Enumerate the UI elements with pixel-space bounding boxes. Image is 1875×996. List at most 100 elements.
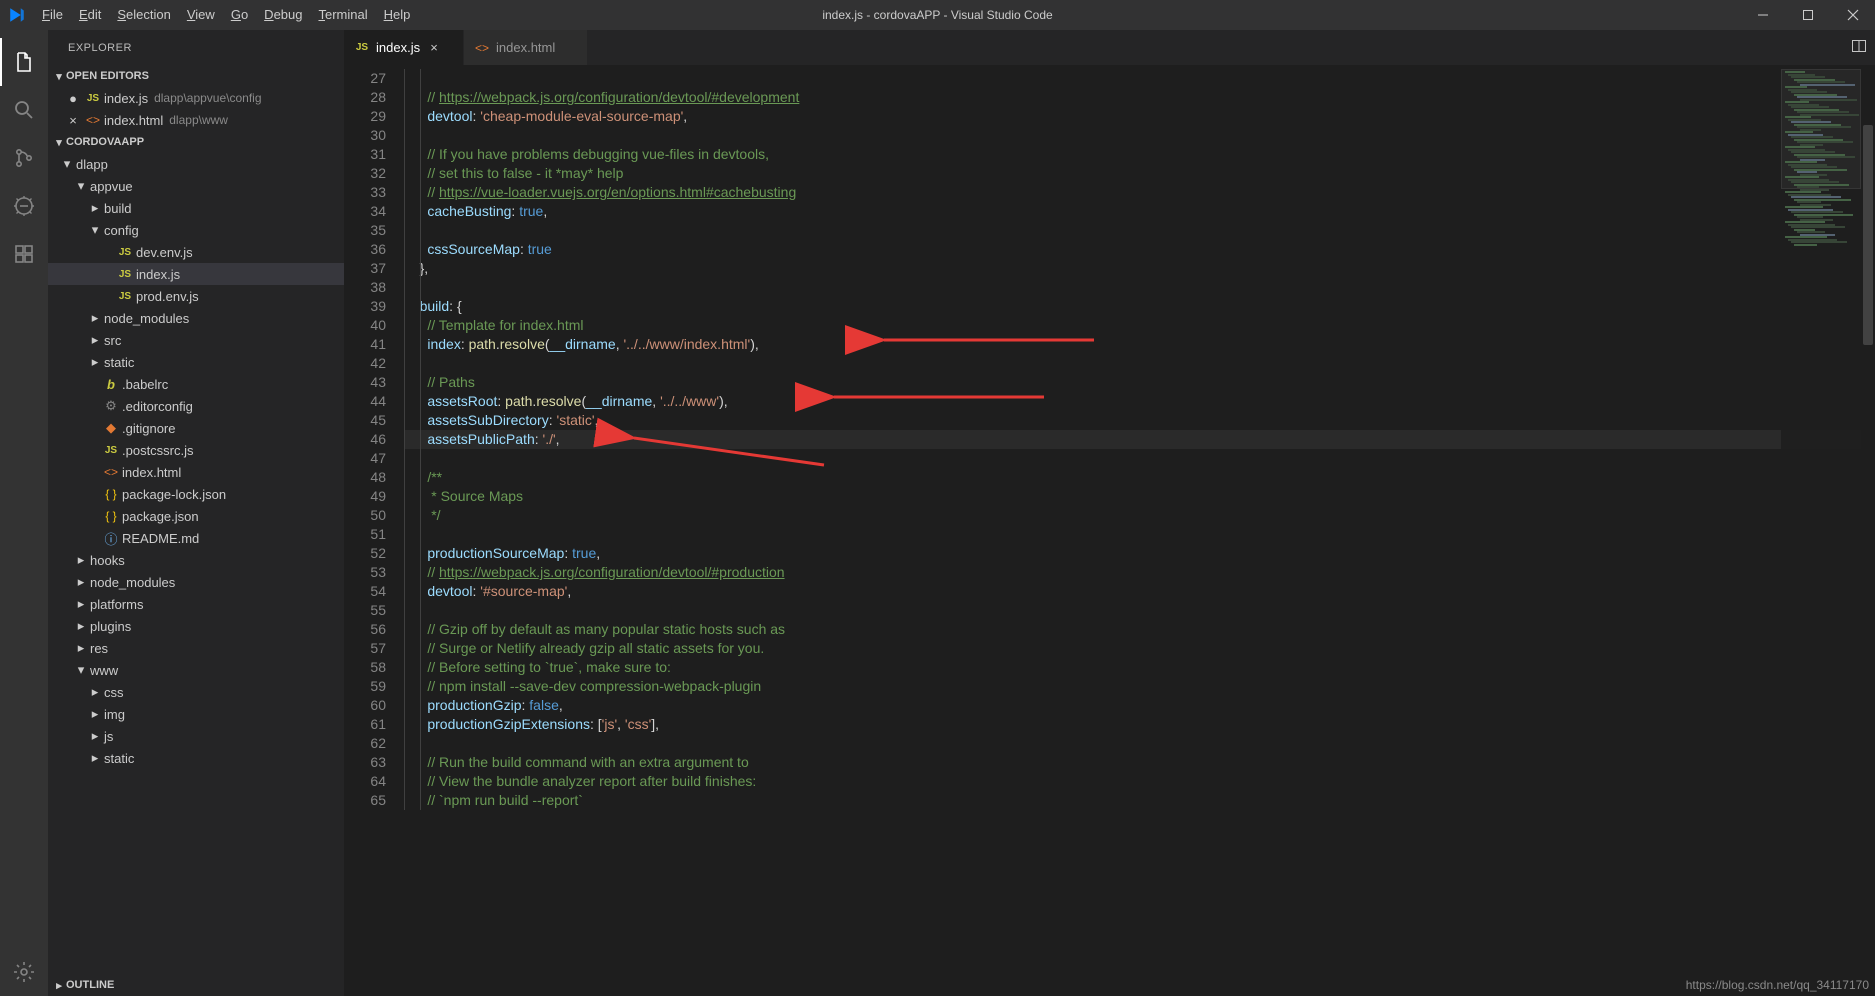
dirty-dot-icon: ●	[69, 91, 81, 106]
title-bar: FileEditSelectionViewGoDebugTerminalHelp…	[0, 0, 1875, 30]
outline-header[interactable]: ▸ OUTLINE	[48, 974, 344, 996]
search-activity[interactable]	[0, 86, 48, 134]
file-item[interactable]: JSprod.env.js	[48, 285, 344, 307]
folder-item[interactable]: ▸css	[48, 681, 344, 703]
file-item[interactable]: JSdev.env.js	[48, 241, 344, 263]
file-item[interactable]: JSindex.js	[48, 263, 344, 285]
file-item[interactable]: JS.postcssrc.js	[48, 439, 344, 461]
chevron-right-icon: ▸	[88, 728, 102, 744]
menu-go[interactable]: Go	[223, 0, 256, 30]
file-item[interactable]: b.babelrc	[48, 373, 344, 395]
git-file-icon: ◆	[102, 420, 120, 436]
menu-terminal[interactable]: Terminal	[310, 0, 375, 30]
scm-activity[interactable]	[0, 134, 48, 182]
folder-item[interactable]: ▸platforms	[48, 593, 344, 615]
folder-item[interactable]: ▸node_modules	[48, 307, 344, 329]
chevron-right-icon: ▸	[74, 618, 88, 634]
watermark-text: https://blog.csdn.net/qq_34117170	[1686, 978, 1869, 992]
gear-icon: ⚙	[102, 398, 120, 414]
js-file-icon: JS	[116, 247, 134, 258]
code-content[interactable]: // https://webpack.js.org/configuration/…	[404, 65, 1875, 996]
menu-view[interactable]: View	[179, 0, 223, 30]
minimize-button[interactable]	[1740, 0, 1785, 30]
folder-item[interactable]: ▸js	[48, 725, 344, 747]
settings-activity[interactable]	[0, 948, 48, 996]
chevron-right-icon: ▸	[88, 310, 102, 326]
chevron-right-icon: ▸	[88, 684, 102, 700]
minimap[interactable]	[1781, 65, 1861, 996]
js-file-icon: JS	[116, 269, 134, 280]
editor-tab[interactable]: JS index.js ×	[344, 30, 464, 65]
folder-item[interactable]: ▾config	[48, 219, 344, 241]
json-file-icon: { }	[102, 509, 120, 523]
html-file-icon: <>	[102, 465, 120, 479]
chevron-down-icon: ▾	[60, 156, 74, 172]
open-editor-item[interactable]: ×<>index.htmldlapp\www	[48, 109, 344, 131]
menu-edit[interactable]: Edit	[71, 0, 109, 30]
sidebar-title: EXPLORER	[48, 30, 344, 65]
menu-bar: FileEditSelectionViewGoDebugTerminalHelp	[34, 0, 418, 30]
chevron-right-icon: ▸	[74, 552, 88, 568]
chevron-down-icon: ▾	[74, 178, 88, 194]
chevron-down-icon: ▾	[88, 222, 102, 238]
close-icon[interactable]: ×	[69, 113, 81, 128]
folder-item[interactable]: ▸src	[48, 329, 344, 351]
project-header[interactable]: ▾ CORDOVAAPP	[48, 131, 344, 153]
folder-item[interactable]: ▸static	[48, 747, 344, 769]
explorer-activity[interactable]	[0, 38, 48, 86]
folder-item[interactable]: ▸hooks	[48, 549, 344, 571]
folder-item[interactable]: ▸img	[48, 703, 344, 725]
menu-file[interactable]: File	[34, 0, 71, 30]
editor-tab[interactable]: <> index.html	[464, 30, 588, 65]
folder-item[interactable]: ▸res	[48, 637, 344, 659]
code-area[interactable]: 2728293031323334353637383940414243444546…	[344, 65, 1875, 996]
tab-label: index.html	[496, 40, 555, 55]
maximize-button[interactable]	[1785, 0, 1830, 30]
debug-activity[interactable]	[0, 182, 48, 230]
app-logo	[0, 6, 34, 24]
close-icon[interactable]: ×	[426, 40, 442, 55]
html-file-icon: <>	[84, 113, 102, 127]
editor-tabs: JS index.js × <> index.html	[344, 30, 1875, 65]
extensions-activity[interactable]	[0, 230, 48, 278]
folder-item[interactable]: ▾dlapp	[48, 153, 344, 175]
open-editors-header[interactable]: ▾ OPEN EDITORS	[48, 65, 344, 87]
json-file-icon: { }	[102, 487, 120, 501]
menu-help[interactable]: Help	[376, 0, 419, 30]
window-controls	[1740, 0, 1875, 30]
split-editor-icon[interactable]	[1851, 38, 1867, 57]
folder-item[interactable]: ▾appvue	[48, 175, 344, 197]
file-item[interactable]: { }package.json	[48, 505, 344, 527]
html-file-icon: <>	[474, 41, 490, 55]
chevron-right-icon: ▸	[88, 200, 102, 216]
chevron-right-icon: ▸	[74, 596, 88, 612]
vertical-scrollbar[interactable]	[1861, 65, 1875, 996]
editor-group: JS index.js × <> index.html 2728293031323334…	[344, 30, 1875, 996]
file-item[interactable]: ◆.gitignore	[48, 417, 344, 439]
js-file-icon: JS	[354, 42, 370, 53]
chevron-down-icon: ▾	[52, 70, 66, 83]
line-number-gutter: 2728293031323334353637383940414243444546…	[344, 65, 404, 996]
chevron-right-icon: ▸	[88, 354, 102, 370]
tab-label: index.js	[376, 40, 420, 55]
chevron-right-icon: ▸	[88, 706, 102, 722]
open-editor-item[interactable]: ●JSindex.jsdlapp\appvue\config	[48, 87, 344, 109]
open-editors-list: ●JSindex.jsdlapp\appvue\config×<>index.h…	[48, 87, 344, 131]
file-item[interactable]: <>index.html	[48, 461, 344, 483]
file-item[interactable]: { }package-lock.json	[48, 483, 344, 505]
activity-bar	[0, 30, 48, 996]
folder-item[interactable]: ▸node_modules	[48, 571, 344, 593]
menu-debug[interactable]: Debug	[256, 0, 310, 30]
chevron-right-icon: ▸	[74, 574, 88, 590]
sidebar: EXPLORER ▾ OPEN EDITORS ●JSindex.jsdlapp…	[48, 30, 344, 996]
file-tree: ▾dlapp▾appvue▸build▾configJSdev.env.jsJS…	[48, 153, 344, 974]
folder-item[interactable]: ▸plugins	[48, 615, 344, 637]
babel-file-icon: b	[102, 377, 120, 392]
folder-item[interactable]: ▸static	[48, 351, 344, 373]
folder-item[interactable]: ▾www	[48, 659, 344, 681]
close-button[interactable]	[1830, 0, 1875, 30]
folder-item[interactable]: ▸build	[48, 197, 344, 219]
file-item[interactable]: ⚙.editorconfig	[48, 395, 344, 417]
file-item[interactable]: ⓘREADME.md	[48, 527, 344, 549]
menu-selection[interactable]: Selection	[109, 0, 178, 30]
